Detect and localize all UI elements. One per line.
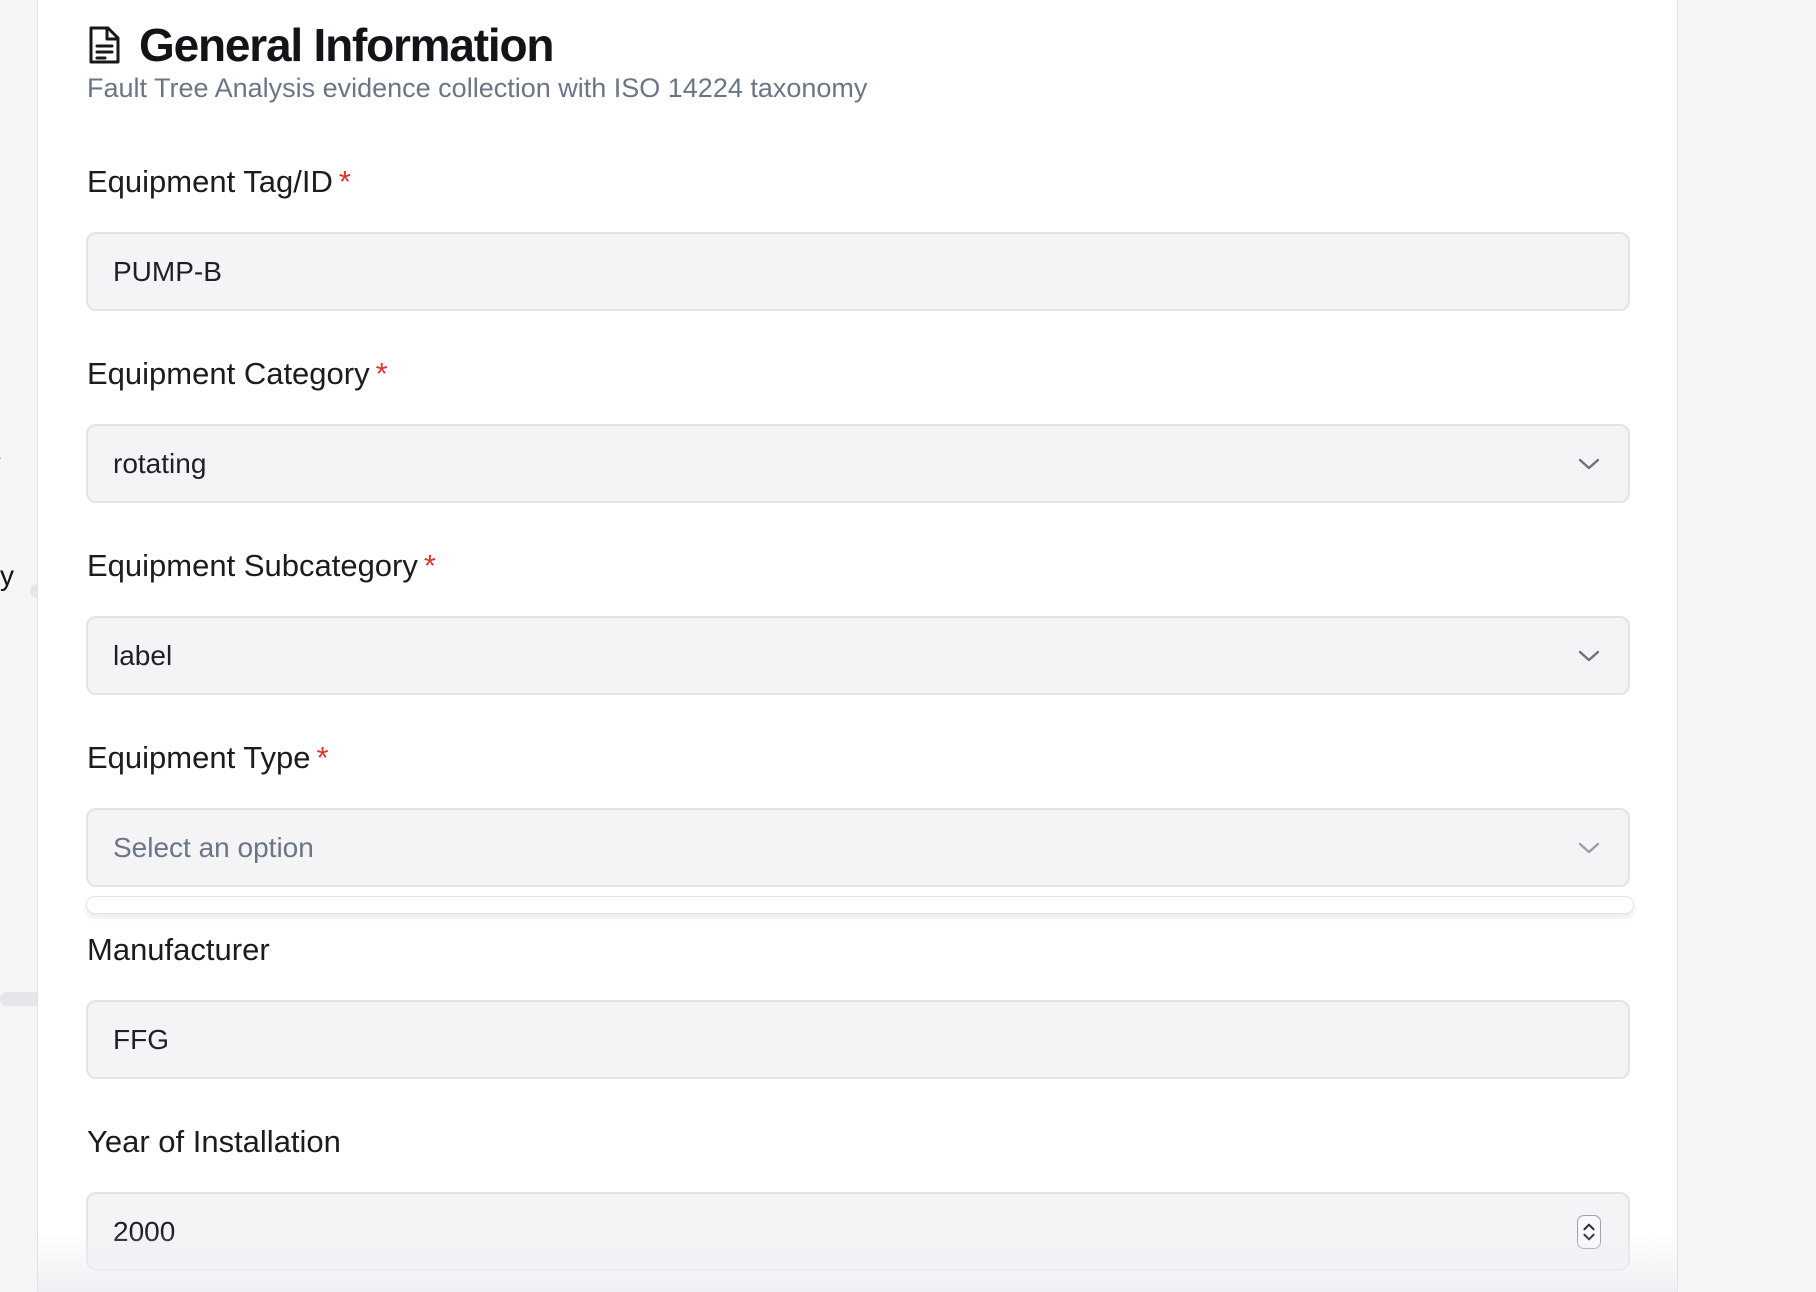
equipment-category-label: Equipment Category *: [87, 356, 388, 392]
manufacturer-value: FFG: [113, 1023, 169, 1055]
required-marker: *: [375, 356, 388, 391]
section-header: General Information: [87, 18, 554, 72]
section-title: General Information: [139, 19, 554, 71]
equipment-subcategory-value: label: [113, 639, 173, 671]
year-of-installation-label-text: Year of Installation: [87, 1124, 341, 1159]
year-of-installation-input[interactable]: 2000: [86, 1192, 1630, 1271]
chevron-down-icon: [1578, 458, 1600, 469]
form-panel: General Information Fault Tree Analysis …: [37, 0, 1678, 1292]
equipment-tag-value: PUMP-B: [113, 255, 222, 287]
background-sidebar: › y: [0, 0, 37, 1292]
background-sidebar-text: y: [0, 560, 14, 591]
equipment-type-select[interactable]: Select an option: [86, 808, 1630, 887]
equipment-tag-label-text: Equipment Tag/ID: [87, 164, 333, 199]
required-marker: *: [316, 740, 329, 775]
equipment-tag-input[interactable]: PUMP-B: [86, 232, 1630, 311]
equipment-type-label-text: Equipment Type: [87, 740, 311, 775]
manufacturer-label-text: Manufacturer: [87, 932, 270, 967]
year-of-installation-value: 2000: [113, 1215, 176, 1247]
equipment-subcategory-label: Equipment Subcategory *: [87, 548, 436, 584]
document-icon: [89, 26, 120, 64]
equipment-type-placeholder: Select an option: [113, 831, 314, 863]
chevron-right-icon[interactable]: ›: [0, 446, 1, 468]
equipment-subcategory-label-text: Equipment Subcategory: [87, 548, 418, 583]
manufacturer-label: Manufacturer: [87, 932, 270, 968]
manufacturer-input[interactable]: FFG: [86, 1000, 1630, 1079]
chevron-down-icon: [1578, 842, 1600, 853]
chevron-down-icon: [1578, 650, 1600, 661]
number-stepper-icon[interactable]: [1577, 1214, 1601, 1249]
equipment-type-dropdown-menu[interactable]: [86, 896, 1634, 914]
equipment-category-select[interactable]: rotating: [86, 424, 1630, 503]
required-marker: *: [338, 164, 351, 199]
year-of-installation-label: Year of Installation: [87, 1124, 341, 1160]
equipment-category-value: rotating: [113, 447, 207, 479]
equipment-category-label-text: Equipment Category: [87, 356, 370, 391]
equipment-type-label: Equipment Type *: [87, 740, 329, 776]
section-subtitle: Fault Tree Analysis evidence collection …: [87, 73, 868, 103]
page: › y › General Information Fault Tree Ana…: [0, 0, 1816, 1292]
equipment-subcategory-select[interactable]: label: [86, 616, 1630, 695]
equipment-tag-label: Equipment Tag/ID *: [87, 164, 351, 200]
required-marker: *: [423, 548, 436, 583]
